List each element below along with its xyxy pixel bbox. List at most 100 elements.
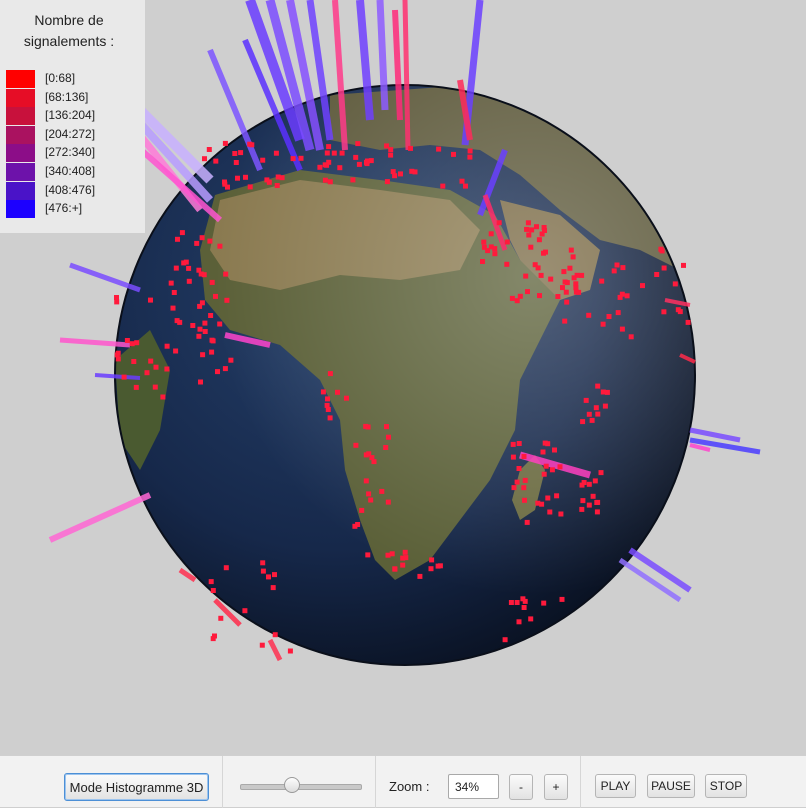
signal-marker	[364, 161, 370, 167]
legend-item: [204:272]	[6, 125, 136, 144]
pause-button[interactable]: PAUSE	[647, 774, 695, 798]
signal-marker	[339, 150, 345, 156]
signal-marker	[589, 417, 595, 423]
signal-marker	[210, 588, 216, 593]
signal-marker	[559, 596, 565, 602]
signal-marker	[504, 261, 510, 267]
signal-marker	[557, 464, 563, 470]
signal-marker	[514, 600, 520, 605]
signal-marker	[547, 509, 553, 515]
signal-marker	[222, 140, 228, 146]
signal-marker	[274, 183, 280, 188]
signal-marker	[595, 383, 601, 389]
signal-marker	[543, 463, 549, 469]
signal-marker	[327, 371, 333, 377]
signal-marker	[614, 262, 620, 268]
signal-marker	[522, 477, 528, 483]
histogram-bar	[376, 0, 389, 111]
signal-marker	[516, 619, 522, 625]
signal-marker	[580, 498, 586, 504]
legend-panel: Nombre de signalements : [0:68] [68:136] […	[0, 0, 145, 233]
signal-marker	[247, 141, 253, 147]
signal-marker	[186, 265, 192, 271]
signal-marker	[523, 273, 529, 279]
signal-marker	[583, 397, 589, 403]
signal-marker	[202, 156, 207, 162]
signal-marker	[595, 499, 601, 505]
signal-marker	[521, 454, 527, 459]
signal-marker	[538, 272, 544, 278]
signal-marker	[207, 238, 213, 244]
signal-marker	[148, 297, 153, 303]
histogram-bar	[689, 443, 711, 452]
zoom-slider-thumb[interactable]	[284, 777, 300, 793]
zoom-out-button[interactable]: -	[509, 774, 533, 800]
signal-marker	[615, 310, 621, 316]
signal-marker	[661, 309, 667, 315]
signal-marker	[400, 562, 406, 568]
signal-marker	[173, 265, 179, 271]
stop-button[interactable]: STOP	[705, 774, 747, 798]
signal-marker	[365, 552, 371, 558]
signal-marker	[540, 449, 546, 455]
legend-item: [340:408]	[6, 163, 136, 181]
toolbar-separator	[375, 756, 376, 808]
signal-marker	[232, 151, 238, 156]
signal-marker	[539, 501, 545, 507]
signal-marker	[563, 289, 569, 295]
signal-marker	[617, 294, 623, 300]
mode-histogram-button[interactable]: Mode Histogramme 3D	[64, 773, 209, 801]
signal-marker	[392, 173, 398, 179]
zoom-slider-track[interactable]	[240, 784, 362, 790]
signal-marker	[383, 445, 389, 450]
legend-label: [408:476]	[45, 182, 96, 197]
histogram-bar	[267, 638, 283, 662]
signal-marker	[602, 403, 608, 409]
signal-marker	[504, 239, 510, 245]
signal-marker	[514, 479, 520, 485]
legend-label: [204:272]	[45, 126, 96, 141]
signal-marker	[242, 608, 248, 614]
signal-marker	[317, 164, 323, 170]
zoom-in-button[interactable]: +	[544, 774, 568, 800]
signal-marker	[586, 312, 592, 318]
legend-item: [408:476]	[6, 181, 136, 200]
signal-marker	[384, 179, 390, 185]
signal-marker	[144, 370, 150, 376]
signal-marker	[541, 600, 547, 606]
signal-marker	[326, 159, 332, 165]
signal-marker	[218, 615, 224, 621]
signal-marker	[537, 293, 542, 299]
play-button[interactable]: PLAY	[595, 774, 636, 798]
signal-marker	[359, 507, 365, 513]
signal-marker	[175, 236, 180, 242]
signal-marker	[398, 171, 403, 177]
signal-marker	[599, 278, 605, 284]
signal-marker	[273, 150, 279, 156]
signal-marker	[196, 333, 202, 339]
signal-marker	[353, 442, 359, 448]
signal-marker	[554, 493, 560, 499]
signal-marker	[417, 573, 423, 579]
signal-marker	[564, 280, 570, 286]
signal-marker	[429, 557, 435, 563]
signal-marker	[210, 338, 216, 344]
signal-marker	[194, 240, 200, 246]
signal-marker	[567, 265, 573, 271]
signal-marker	[403, 555, 409, 561]
signal-marker	[179, 230, 185, 236]
signal-marker	[509, 295, 515, 301]
signal-marker	[624, 293, 630, 299]
legend-label: [340:408]	[45, 164, 96, 178]
zoom-input[interactable]	[448, 774, 499, 799]
globe-viewport[interactable]: Nombre de signalements : [0:68] [68:136] […	[0, 0, 806, 755]
signal-marker	[532, 262, 538, 268]
signal-marker	[436, 146, 442, 152]
signal-marker	[502, 637, 508, 643]
signal-marker	[275, 174, 281, 180]
signal-marker	[545, 495, 551, 501]
signal-marker	[325, 407, 331, 412]
signal-marker	[272, 632, 278, 638]
signal-marker	[355, 141, 361, 147]
signal-marker	[217, 321, 223, 327]
